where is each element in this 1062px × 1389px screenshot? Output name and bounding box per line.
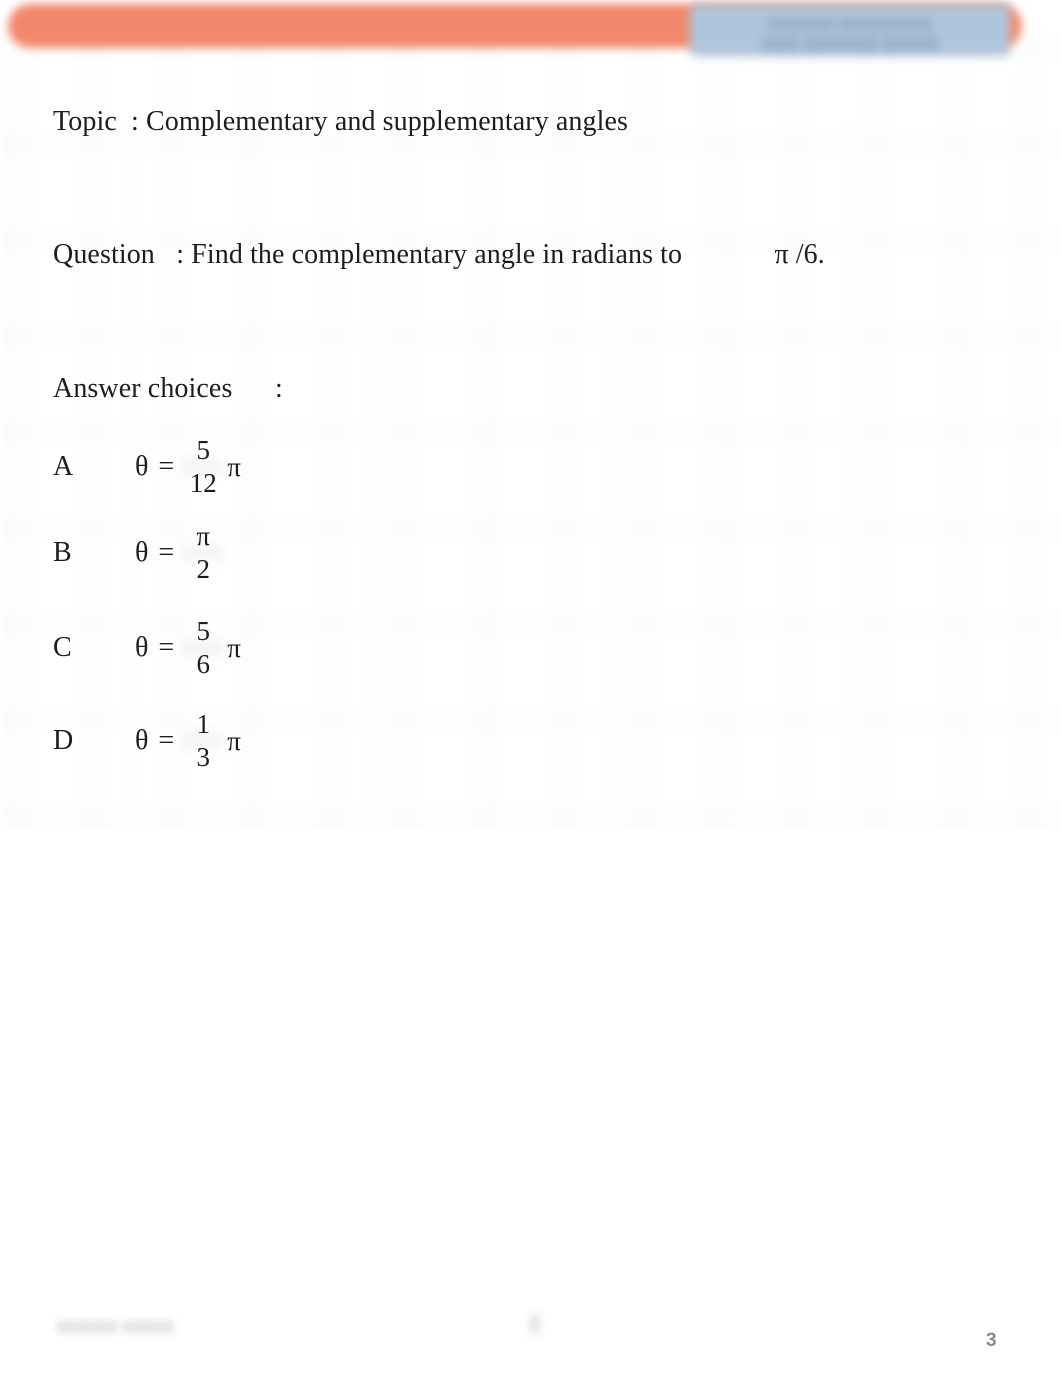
answer-choice-b-expression: θ = π 2	[135, 511, 227, 595]
theta-symbol-b: θ	[135, 537, 149, 568]
pi-symbol-a: π	[227, 451, 241, 482]
fraction-d: 1 3	[180, 711, 227, 771]
topic-line: Topic : Complementary and supplementary …	[53, 106, 629, 137]
equals-sign-c: =	[158, 632, 175, 663]
fraction-c: 5 6	[180, 618, 227, 678]
footer-center-mark: ▮	[527, 1308, 543, 1337]
answer-choice-c-expression: θ = 5 6 π	[135, 606, 241, 690]
answer-choice-d-expression: θ = 1 3 π	[135, 699, 241, 783]
answer-choices-label: Answer choices :	[53, 373, 283, 404]
question-line: Question : Find the complementary angle …	[53, 239, 825, 270]
answer-choice-c[interactable]: C θ = 5 6 π	[53, 606, 473, 690]
equals-sign-d: =	[158, 725, 175, 756]
fraction-a: 5 12	[180, 437, 227, 497]
theta-symbol-d: θ	[135, 725, 149, 756]
fraction-b: π 2	[180, 523, 227, 583]
page-number: 3	[986, 1330, 997, 1351]
header-label-chip-text: ▮▮▮▮▮▮▮ ▮▮▮▮▮▮▮▮▮▮ ▮▮▮▮ ▮▮▮▮▮▮▮▮ ▮▮▮▮▮▮	[761, 14, 939, 52]
fraction-a-bar	[180, 458, 227, 476]
fraction-b-bar	[180, 544, 227, 562]
answer-choice-d-letter: D	[53, 725, 74, 756]
theta-symbol-c: θ	[135, 632, 149, 663]
footer-left-note: ▮▮▮▮▮▮▮ ▮▮▮▮▮▮	[56, 1318, 175, 1335]
answer-choice-b-letter: B	[53, 537, 72, 568]
pi-symbol-c: π	[227, 632, 241, 663]
equals-sign-a: =	[158, 451, 175, 482]
fraction-c-bar	[180, 639, 227, 657]
equals-sign-b: =	[158, 537, 175, 568]
answer-choice-a[interactable]: A θ = 5 12 π	[53, 425, 473, 509]
worksheet-page: ▮▮▮▮▮▮▮ ▮▮▮▮▮▮▮▮▮▮ ▮▮▮▮ ▮▮▮▮▮▮▮▮ ▮▮▮▮▮▮ …	[0, 0, 1062, 1389]
answer-choice-c-letter: C	[53, 632, 72, 663]
answer-choice-d[interactable]: D θ = 1 3 π	[53, 699, 473, 783]
answer-choice-b[interactable]: B θ = π 2	[53, 511, 473, 595]
fraction-d-bar	[180, 732, 227, 750]
theta-symbol-a: θ	[135, 451, 149, 482]
answer-choice-a-expression: θ = 5 12 π	[135, 425, 241, 509]
answer-choice-a-letter: A	[53, 451, 74, 482]
pi-symbol-d: π	[227, 725, 241, 756]
